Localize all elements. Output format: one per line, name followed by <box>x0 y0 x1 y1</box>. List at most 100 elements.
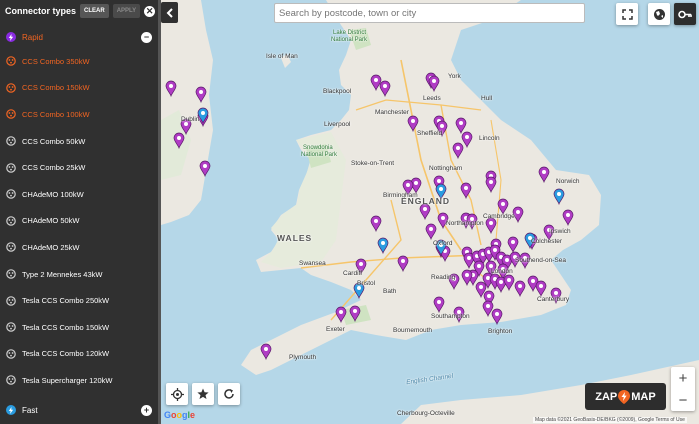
charger-pin[interactable] <box>199 160 211 178</box>
charger-pin[interactable] <box>165 80 177 98</box>
map-canvas[interactable]: Isle of Man Lake District National Park … <box>161 0 699 424</box>
google-logo: Google <box>164 410 196 420</box>
charger-pin[interactable] <box>535 280 547 298</box>
map-style-button[interactable] <box>648 3 670 25</box>
connector-label: CHAdeMO 100kW <box>22 189 84 199</box>
apply-button[interactable]: APPLY <box>112 4 141 18</box>
connector-label: CCS Combo 100kW <box>22 109 90 119</box>
place-label: Oxford <box>433 240 453 247</box>
close-icon[interactable]: ✕ <box>144 5 156 17</box>
connector-row[interactable]: Tesla CCS Combo 150kW <box>0 314 158 341</box>
charger-pin[interactable] <box>460 182 472 200</box>
plug-icon <box>6 349 16 359</box>
group-label: Rapid <box>22 32 43 42</box>
plug-icon <box>6 189 16 200</box>
charger-pin[interactable] <box>452 142 464 160</box>
connector-row[interactable]: Tesla Supercharger 120kW <box>0 367 158 394</box>
collapse-group-button[interactable]: − <box>141 31 152 43</box>
place-label: Ipswich <box>549 228 571 235</box>
charger-pin[interactable] <box>379 80 391 98</box>
place-label: National Park <box>301 152 338 158</box>
charger-pin[interactable] <box>538 166 550 184</box>
charger-pin[interactable] <box>562 209 574 227</box>
charger-pin[interactable] <box>425 223 437 241</box>
charger-pin[interactable] <box>485 176 497 194</box>
clear-button[interactable]: CLEAR <box>80 4 109 18</box>
connector-row[interactable]: CCS Combo 150kW <box>0 75 158 102</box>
place-label: York <box>448 73 461 80</box>
logo-text-right: MAP <box>631 390 656 403</box>
charger-pin[interactable] <box>461 131 473 149</box>
charger-pin[interactable] <box>491 308 503 326</box>
connector-label: Tesla CCS Combo 250kW <box>22 296 110 306</box>
place-label: Bournemouth <box>393 327 433 334</box>
connector-row[interactable]: CHAdeMO 25kW <box>0 234 158 261</box>
place-label: Stoke-on-Trent <box>351 160 395 167</box>
charger-pin[interactable] <box>553 188 565 206</box>
charger-pin[interactable] <box>407 115 419 133</box>
place-label: Brighton <box>488 328 513 335</box>
charger-pin[interactable] <box>260 343 272 361</box>
charger-pin[interactable] <box>173 132 185 150</box>
zoom-out-button[interactable]: − <box>671 389 695 411</box>
charger-pin[interactable] <box>507 236 519 254</box>
charger-pin[interactable] <box>455 117 467 135</box>
star-icon <box>197 388 209 399</box>
place-label: Southampton <box>431 313 470 320</box>
place-label: Lake District <box>333 30 367 36</box>
charger-pin[interactable] <box>197 107 209 125</box>
connector-row[interactable]: CCS Combo 25kW <box>0 154 158 181</box>
plug-icon <box>6 295 16 306</box>
charger-pin[interactable] <box>397 255 409 273</box>
region-label: WALES <box>277 233 313 243</box>
map-attribution[interactable]: Map data ©2021 GeoBasis-DE/BKG (©2009), … <box>533 417 687 423</box>
connector-label: CHAdeMO 25kW <box>22 242 80 252</box>
connector-row[interactable]: CHAdeMO 50kW <box>0 208 158 235</box>
charger-pin[interactable] <box>370 215 382 233</box>
charger-pin[interactable] <box>419 203 431 221</box>
locate-button[interactable] <box>166 383 188 405</box>
plug-icon <box>6 136 16 146</box>
charger-pin[interactable] <box>377 237 389 255</box>
connector-row[interactable]: Type 2 Mennekes 43kW <box>0 261 158 288</box>
place-label: Dublin <box>181 116 200 123</box>
charger-pin[interactable] <box>482 300 494 318</box>
connector-row[interactable]: Tesla CCS Combo 250kW <box>0 287 158 314</box>
charger-pin[interactable] <box>428 75 440 93</box>
zapmap-logo[interactable]: ZAP MAP <box>585 383 666 410</box>
charger-pin[interactable] <box>514 280 526 298</box>
charger-pin[interactable] <box>195 86 207 104</box>
connector-row[interactable]: CCS Combo 100kW <box>0 101 158 128</box>
charger-pin[interactable] <box>503 274 515 292</box>
login-button[interactable] <box>674 3 696 25</box>
connector-row[interactable]: Tesla CCS Combo 120kW <box>0 341 158 368</box>
connector-row[interactable]: CCS Combo 50kW <box>0 128 158 155</box>
fullscreen-button[interactable] <box>616 3 638 25</box>
region-label: ENGLAND <box>401 196 451 206</box>
charger-pin[interactable] <box>335 306 347 324</box>
chevron-left-icon <box>166 7 173 18</box>
search-input[interactable] <box>274 3 585 23</box>
charger-pin[interactable] <box>349 305 361 323</box>
favourites-button[interactable] <box>192 383 214 405</box>
plug-icon <box>6 56 16 67</box>
expand-group-button[interactable]: + <box>141 404 152 416</box>
connector-row[interactable]: CHAdeMO 100kW <box>0 181 158 208</box>
refresh-button[interactable] <box>218 383 240 405</box>
connector-label: Tesla CCS Combo 150kW <box>22 322 110 332</box>
charger-pin[interactable] <box>461 269 473 287</box>
plug-icon <box>6 269 16 279</box>
place-label: Snowdonia <box>303 145 333 151</box>
place-label: London <box>491 268 513 275</box>
connector-row[interactable]: CCS Combo 350kW <box>0 48 158 75</box>
charger-pin[interactable] <box>370 74 382 92</box>
connector-label: CCS Combo 350kW <box>22 56 90 66</box>
charger-pin[interactable] <box>433 296 445 314</box>
place-label: Leeds <box>423 95 441 102</box>
zoom-in-button[interactable]: + <box>671 367 695 389</box>
group-fast[interactable]: Fast + <box>0 399 158 421</box>
charger-pin[interactable] <box>485 217 497 235</box>
group-rapid[interactable]: Rapid − <box>0 26 158 48</box>
collapse-panel-button[interactable] <box>161 2 178 23</box>
charger-pin[interactable] <box>497 198 509 216</box>
